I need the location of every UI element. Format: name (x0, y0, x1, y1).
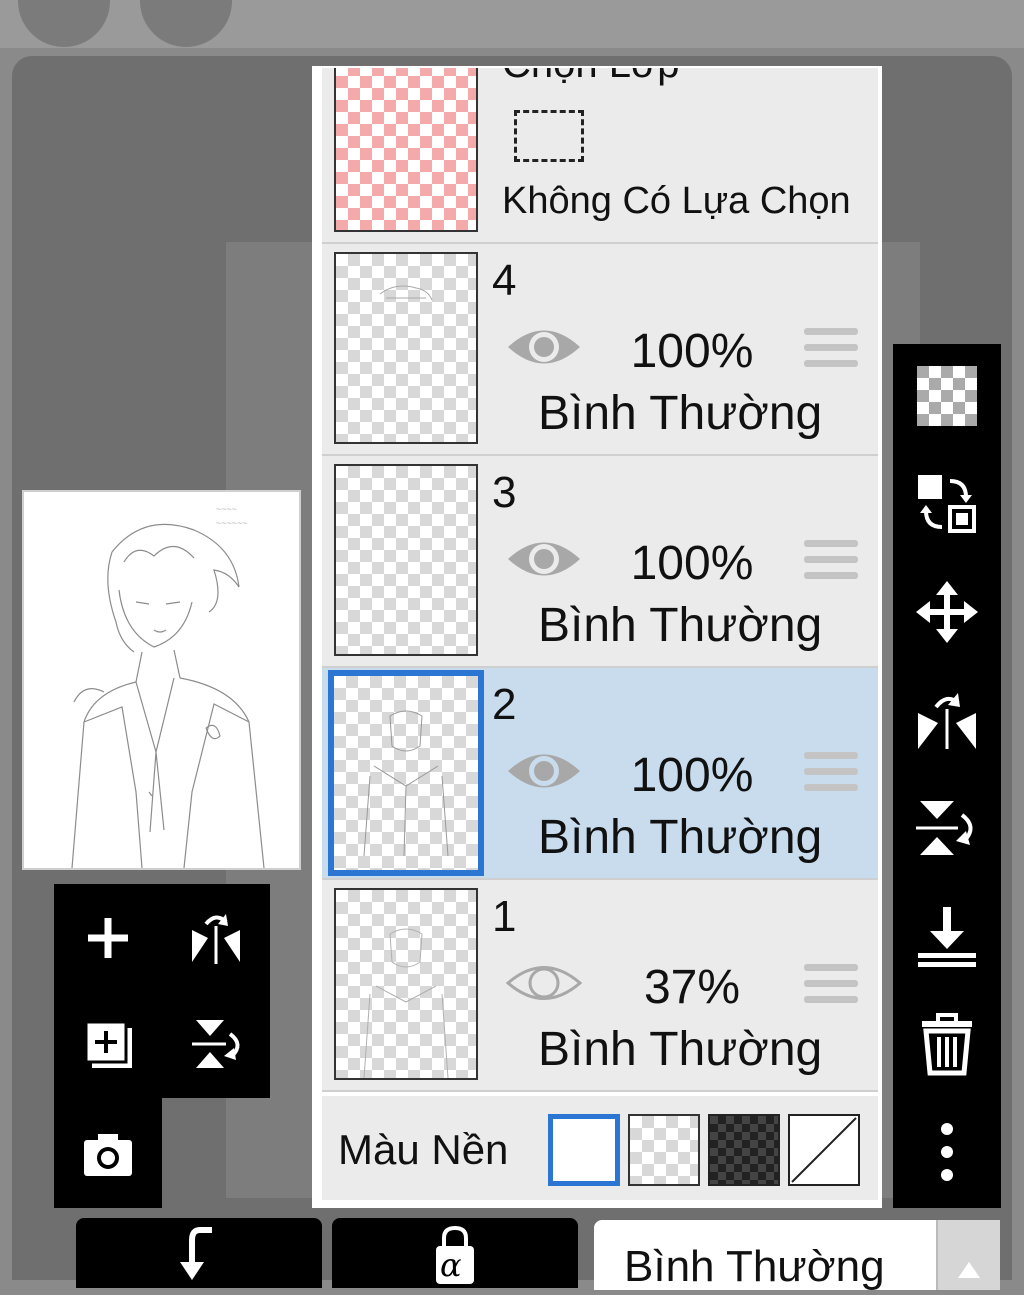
selection-layer[interactable]: Chọn Lớp Không Có Lựa Chọn (322, 68, 878, 244)
more-icon (941, 1123, 953, 1181)
layer-panel: Chọn Lớp Không Có Lựa Chọn 4 100% Bình T… (312, 66, 882, 1208)
background-color-row: Màu Nền (322, 1096, 878, 1200)
layer-row[interactable]: 4 100% Bình Thường (322, 244, 878, 456)
sketch-preview-image: ~~~~ ~~~~~~ (71, 504, 265, 868)
layer-number: 4 (492, 256, 517, 305)
flip-vertical-button[interactable] (907, 788, 987, 868)
blend-mode-value: Bình Thường (624, 1242, 885, 1291)
background-dark-swatch[interactable] (708, 1114, 780, 1186)
flip-vertical-button[interactable] (176, 1004, 256, 1084)
background-none-swatch[interactable] (788, 1114, 860, 1186)
merge-down-icon (918, 907, 976, 967)
selection-marquee-icon (514, 110, 584, 162)
alpha-lock-button[interactable]: α (332, 1218, 578, 1288)
drag-handle-icon[interactable] (804, 540, 858, 584)
background-transparent-swatch[interactable] (628, 1114, 700, 1186)
visibility-eye-icon[interactable] (506, 746, 582, 796)
trash-icon (922, 1013, 972, 1076)
flip-horizontal-button[interactable] (907, 680, 987, 760)
layer-blend-mode: Bình Thường (538, 599, 823, 652)
layer-opacity[interactable]: 100% (612, 748, 772, 803)
top-bar (0, 0, 1024, 48)
layer-number: 3 (492, 468, 517, 517)
alpha-glyph: α (440, 1246, 462, 1284)
add-layer-icon (88, 918, 128, 958)
drag-handle-icon[interactable] (804, 328, 858, 372)
top-circle-button[interactable] (18, 0, 110, 47)
canvas-preview[interactable]: ~~~~ ~~~~~~ (22, 490, 301, 870)
flip-horizontal-icon (192, 914, 240, 964)
visibility-eye-icon[interactable] (506, 534, 582, 584)
add-copy-layer-button[interactable] (68, 1004, 148, 1084)
visibility-eye-icon[interactable] (506, 958, 582, 1008)
more-options-button[interactable] (907, 1112, 987, 1192)
layer-thumbnail (334, 888, 478, 1080)
camera-button[interactable] (68, 1114, 148, 1194)
selection-thumbnail (334, 68, 478, 232)
swap-layer-icon (918, 475, 976, 533)
move-button[interactable] (907, 572, 987, 652)
layer-thumbnail (334, 464, 478, 656)
layer-blend-mode: Bình Thường (538, 1023, 823, 1076)
back-button[interactable] (76, 1218, 322, 1288)
flip-vertical-icon (916, 801, 973, 855)
layer-row-selected[interactable]: 2 100% Bình Thường (322, 668, 878, 880)
svg-text:~~~~: ~~~~ (216, 504, 237, 514)
selection-status: Không Có Lựa Chọn (502, 180, 851, 222)
layer-opacity[interactable]: 100% (612, 324, 772, 379)
layer-opacity[interactable]: 37% (612, 960, 772, 1015)
top-circle-button[interactable] (140, 0, 232, 47)
back-arrow-icon (180, 1227, 212, 1280)
layer-row[interactable]: 1 37% Bình Thường (322, 880, 878, 1092)
layer-thumbnail (334, 252, 478, 444)
camera-icon (84, 1134, 132, 1176)
layer-blend-mode: Bình Thường (538, 811, 823, 864)
transparency-button[interactable] (907, 356, 987, 436)
flip-horizontal-icon (918, 693, 976, 749)
drag-handle-icon[interactable] (804, 752, 858, 796)
visibility-eye-icon[interactable] (506, 322, 582, 372)
move-icon (916, 581, 978, 643)
transparency-icon (917, 366, 977, 426)
layer-row[interactable]: 3 100% Bình Thường (322, 456, 878, 668)
background-white-swatch[interactable] (548, 1114, 620, 1186)
selection-layer-title: Chọn Lớp (502, 68, 679, 87)
layer-opacity[interactable]: 100% (612, 536, 772, 591)
background-color-label: Màu Nền (338, 1126, 509, 1173)
flip-horizontal-button[interactable] (176, 898, 256, 978)
right-toolbar (893, 344, 1001, 1208)
flip-vertical-icon (192, 1020, 240, 1068)
layer-number: 1 (492, 892, 517, 941)
delete-layer-button[interactable] (907, 1004, 987, 1084)
add-copy-layer-icon (84, 1020, 132, 1068)
svg-text:~~~~~~: ~~~~~~ (216, 518, 248, 528)
layer-thumbnail (328, 670, 484, 876)
layer-number: 2 (492, 680, 517, 729)
merge-down-button[interactable] (907, 896, 987, 976)
drag-handle-icon[interactable] (804, 964, 858, 1008)
swap-layer-button[interactable] (907, 464, 987, 544)
add-layer-button[interactable] (68, 898, 148, 978)
layer-blend-mode: Bình Thường (538, 387, 823, 440)
